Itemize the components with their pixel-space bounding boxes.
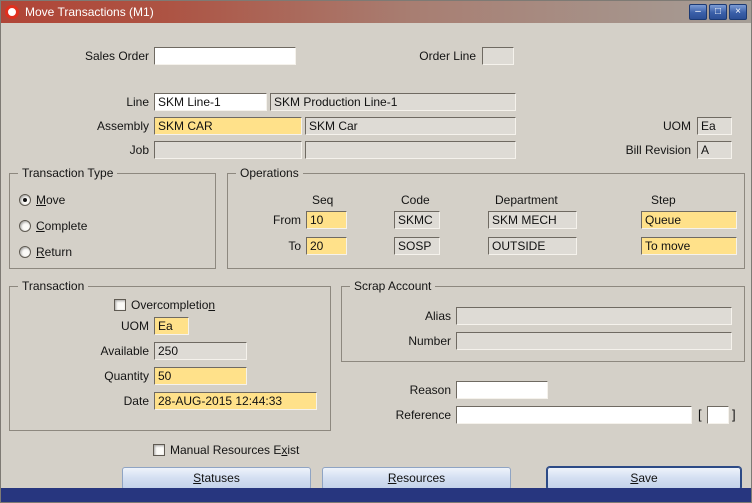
scrap-account-group-title: Scrap Account: [350, 278, 436, 294]
quantity-input[interactable]: [154, 367, 247, 385]
from-row-label: From: [273, 213, 301, 227]
line-label: Line: [126, 95, 149, 109]
assembly-label: Assembly: [96, 119, 149, 133]
transaction-uom-label: UOM: [121, 319, 149, 333]
job-field: [154, 141, 302, 159]
number-field: [456, 332, 732, 350]
available-field: 250: [154, 342, 247, 360]
assembly-description-field: SKM Car: [305, 117, 516, 135]
flexfield-open-bracket: [: [698, 407, 702, 422]
resources-button[interactable]: Resources: [322, 467, 511, 490]
transaction-type-group-title: Transaction Type: [18, 165, 118, 181]
from-department-field: SKM MECH: [488, 211, 577, 229]
bill-revision-label: Bill Revision: [625, 143, 691, 157]
job-description-field: [305, 141, 516, 159]
line-description-field: SKM Production Line-1: [270, 93, 516, 111]
sales-order-input[interactable]: [154, 47, 296, 65]
move-radio-label[interactable]: Move: [36, 193, 65, 207]
overcompletion-checkbox[interactable]: [114, 299, 126, 311]
move-radio[interactable]: [19, 194, 31, 206]
uom-header-label: UOM: [663, 119, 691, 133]
close-button[interactable]: ×: [729, 4, 747, 20]
date-label: Date: [123, 394, 149, 408]
seq-column-header: Seq: [312, 193, 334, 207]
job-label: Job: [129, 143, 149, 157]
reason-label: Reason: [409, 383, 451, 397]
manual-resources-exist-label[interactable]: Manual Resources Exist: [170, 443, 299, 457]
window-title: Move Transactions (M1): [25, 5, 154, 19]
flexfield-close-bracket: ]: [732, 407, 736, 422]
to-row-label: To: [288, 239, 301, 253]
reason-input[interactable]: [456, 381, 548, 399]
available-label: Available: [100, 344, 149, 358]
date-input[interactable]: [154, 392, 317, 410]
alias-label: Alias: [424, 309, 451, 323]
to-department-field: OUTSIDE: [488, 237, 577, 255]
number-label: Number: [408, 334, 451, 348]
maximize-button[interactable]: □: [709, 4, 727, 20]
from-seq-input[interactable]: [306, 211, 347, 229]
alias-field: [456, 307, 732, 325]
step-column-header: Step: [651, 193, 676, 207]
transaction-group-title: Transaction: [18, 278, 89, 294]
sales-order-label: Sales Order: [84, 49, 149, 63]
statuses-button[interactable]: Statuses: [122, 467, 311, 490]
line-input[interactable]: [154, 93, 267, 111]
overcompletion-label[interactable]: Overcompletion: [131, 298, 215, 312]
reference-label: Reference: [395, 408, 451, 422]
to-seq-input[interactable]: [306, 237, 347, 255]
complete-radio-label[interactable]: Complete: [36, 219, 87, 233]
order-line-field: [482, 47, 514, 65]
titlebar: Move Transactions (M1) – □ ×: [1, 1, 751, 23]
reference-flexfield[interactable]: [707, 406, 729, 424]
department-column-header: Department: [495, 193, 558, 207]
move-transactions-window: Move Transactions (M1) – □ × Sales Order…: [0, 0, 752, 503]
to-step-input[interactable]: [641, 237, 737, 255]
complete-radio[interactable]: [19, 220, 31, 232]
bill-revision-field: A: [697, 141, 732, 159]
oracle-logo-icon: [5, 5, 19, 19]
reference-input[interactable]: [456, 406, 692, 424]
quantity-label: Quantity: [104, 369, 149, 383]
to-code-field: SOSP: [394, 237, 440, 255]
manual-resources-exist-checkbox[interactable]: [153, 444, 165, 456]
minimize-button[interactable]: –: [689, 4, 707, 20]
operations-group-title: Operations: [236, 165, 303, 181]
assembly-input[interactable]: [154, 117, 302, 135]
transaction-uom-input[interactable]: [154, 317, 189, 335]
from-step-input[interactable]: [641, 211, 737, 229]
save-button[interactable]: Save: [547, 467, 741, 490]
return-radio[interactable]: [19, 246, 31, 258]
status-bar: [1, 488, 751, 502]
return-radio-label[interactable]: Return: [36, 245, 72, 259]
order-line-label: Order Line: [419, 49, 476, 63]
uom-header-field: Ea: [697, 117, 732, 135]
code-column-header: Code: [401, 193, 430, 207]
from-code-field: SKMC: [394, 211, 440, 229]
